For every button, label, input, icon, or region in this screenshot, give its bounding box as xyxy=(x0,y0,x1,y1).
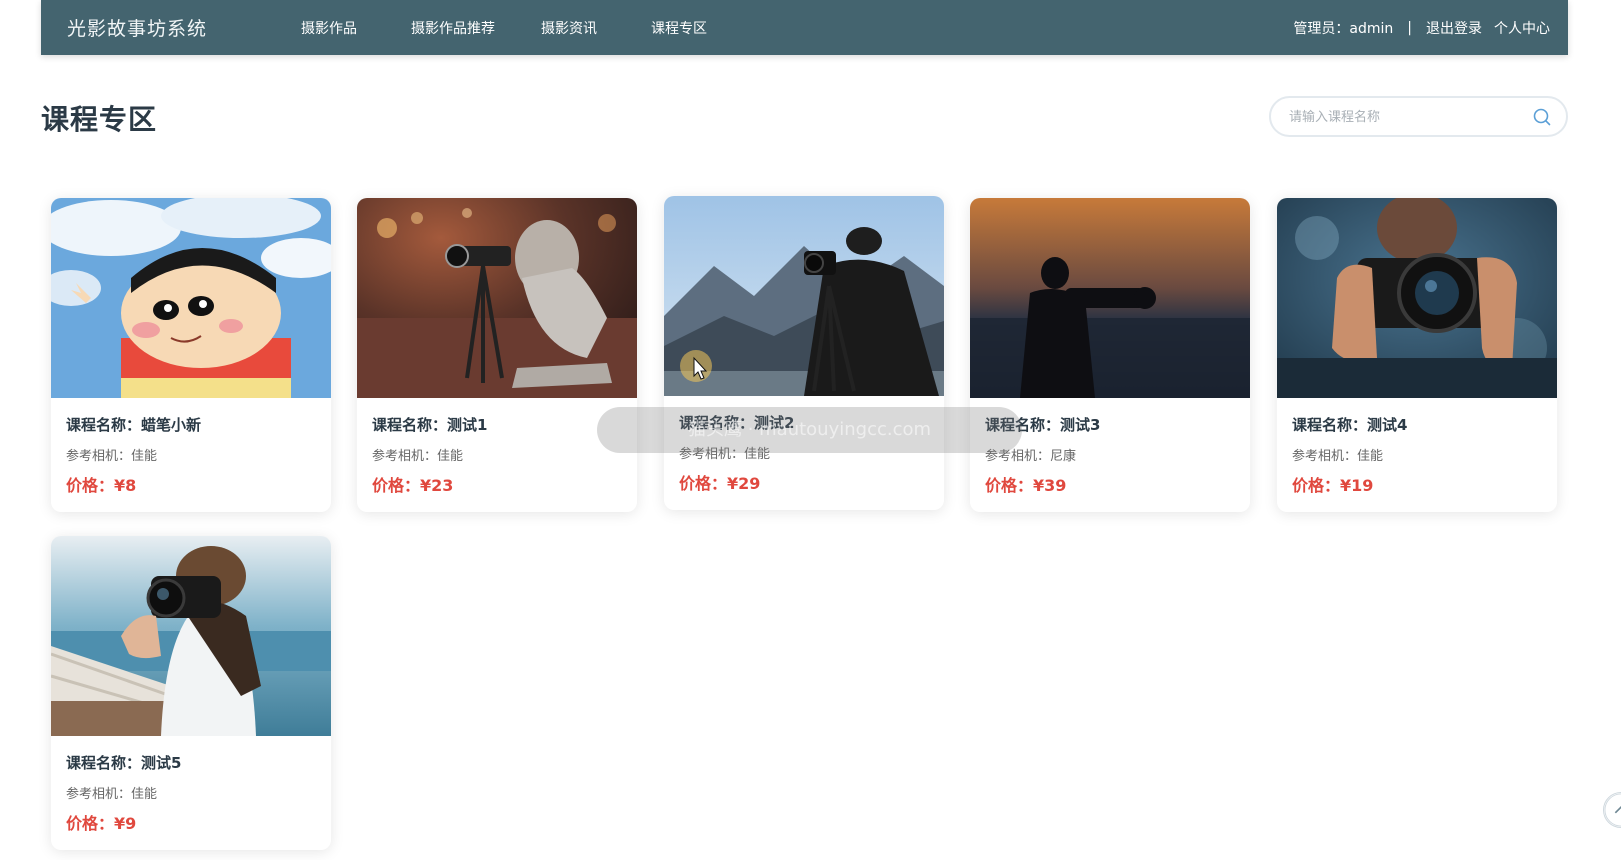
course-price: 价格：¥23 xyxy=(372,476,454,495)
top-navigation-bar: 光影故事坊系统 摄影作品 摄影作品推荐 摄影资讯 课程专区 管理员：admin … xyxy=(41,0,1568,55)
course-camera: 参考相机：佳能 xyxy=(679,447,771,462)
course-price: 价格：¥9 xyxy=(66,814,137,833)
page-title: 课程专区 xyxy=(41,103,158,136)
photographer-mountains-image xyxy=(664,196,944,396)
course-price: 价格：¥19 xyxy=(1292,476,1374,495)
nav-item-recommended-works[interactable]: 摄影作品推荐 xyxy=(411,18,495,38)
course-name: 课程名称：测试4 xyxy=(1292,416,1408,434)
silhouette-photographer-sunset-image xyxy=(970,198,1250,398)
course-card[interactable]: 课程名称：测试2 参考相机：佳能 价格：¥29 xyxy=(664,196,944,510)
nav-item-courses[interactable]: 课程专区 xyxy=(651,18,707,38)
course-card-body: 课程名称：测试1 参考相机：佳能 价格：¥23 xyxy=(357,398,637,496)
course-name: 课程名称：测试1 xyxy=(372,416,488,434)
course-card-body: 课程名称：蜡笔小新 参考相机：佳能 价格：¥8 xyxy=(51,398,331,496)
course-name: 课程名称：蜡笔小新 xyxy=(66,416,202,434)
hands-holding-camera-image xyxy=(1277,198,1557,398)
course-card[interactable]: 课程名称：测试4 参考相机：佳能 价格：¥19 xyxy=(1277,198,1557,512)
course-card-body: 课程名称：测试3 参考相机：尼康 价格：¥39 xyxy=(970,398,1250,496)
course-name: 课程名称：测试3 xyxy=(985,416,1101,434)
woman-camera-seaside-image xyxy=(51,536,331,736)
search-icon[interactable] xyxy=(1532,107,1552,127)
course-card-body: 课程名称：测试5 参考相机：佳能 价格：¥9 xyxy=(51,736,331,834)
course-card-body: 课程名称：测试4 参考相机：佳能 价格：¥19 xyxy=(1277,398,1557,496)
course-card[interactable]: 课程名称：蜡笔小新 参考相机：佳能 价格：¥8 xyxy=(51,198,331,512)
course-card[interactable]: 课程名称：测试1 参考相机：佳能 价格：¥23 xyxy=(357,198,637,512)
chevron-up-icon[interactable] xyxy=(1603,792,1621,828)
course-card[interactable]: 课程名称：测试5 参考相机：佳能 价格：¥9 xyxy=(51,536,331,850)
course-price: 价格：¥29 xyxy=(679,474,761,493)
main-nav: 摄影作品 摄影作品推荐 摄影资讯 课程专区 xyxy=(301,0,761,55)
course-camera: 参考相机：佳能 xyxy=(66,787,158,802)
separator: | xyxy=(1407,19,1412,36)
nav-item-photo-news[interactable]: 摄影资讯 xyxy=(541,18,597,38)
girl-with-tripod-camera-image xyxy=(357,198,637,398)
cartoon-boy-sky-image xyxy=(51,198,331,398)
site-brand[interactable]: 光影故事坊系统 xyxy=(67,14,207,41)
course-camera: 参考相机：佳能 xyxy=(372,449,464,464)
admin-label: 管理员：admin xyxy=(1293,20,1394,37)
course-name: 课程名称：测试5 xyxy=(66,754,182,772)
profile-link[interactable]: 个人中心 xyxy=(1494,18,1550,38)
course-price: 价格：¥39 xyxy=(985,476,1067,495)
course-camera: 参考相机：尼康 xyxy=(985,449,1077,464)
course-search-input[interactable] xyxy=(1289,106,1519,128)
course-price: 价格：¥8 xyxy=(66,476,137,495)
page: 光影故事坊系统 摄影作品 摄影作品推荐 摄影资讯 课程专区 管理员：admin … xyxy=(0,0,1621,860)
course-card[interactable]: 课程名称：测试3 参考相机：尼康 价格：¥39 xyxy=(970,198,1250,512)
course-camera: 参考相机：佳能 xyxy=(66,449,158,464)
course-camera: 参考相机：佳能 xyxy=(1292,449,1384,464)
course-search-box xyxy=(1269,96,1568,137)
nav-item-photo-works[interactable]: 摄影作品 xyxy=(301,18,357,38)
logout-link[interactable]: 退出登录 xyxy=(1426,18,1482,38)
user-area: 管理员：admin | 退出登录 个人中心 xyxy=(1293,0,1550,55)
course-name: 课程名称：测试2 xyxy=(679,414,795,432)
course-card-body: 课程名称：测试2 参考相机：佳能 价格：¥29 xyxy=(664,396,944,494)
